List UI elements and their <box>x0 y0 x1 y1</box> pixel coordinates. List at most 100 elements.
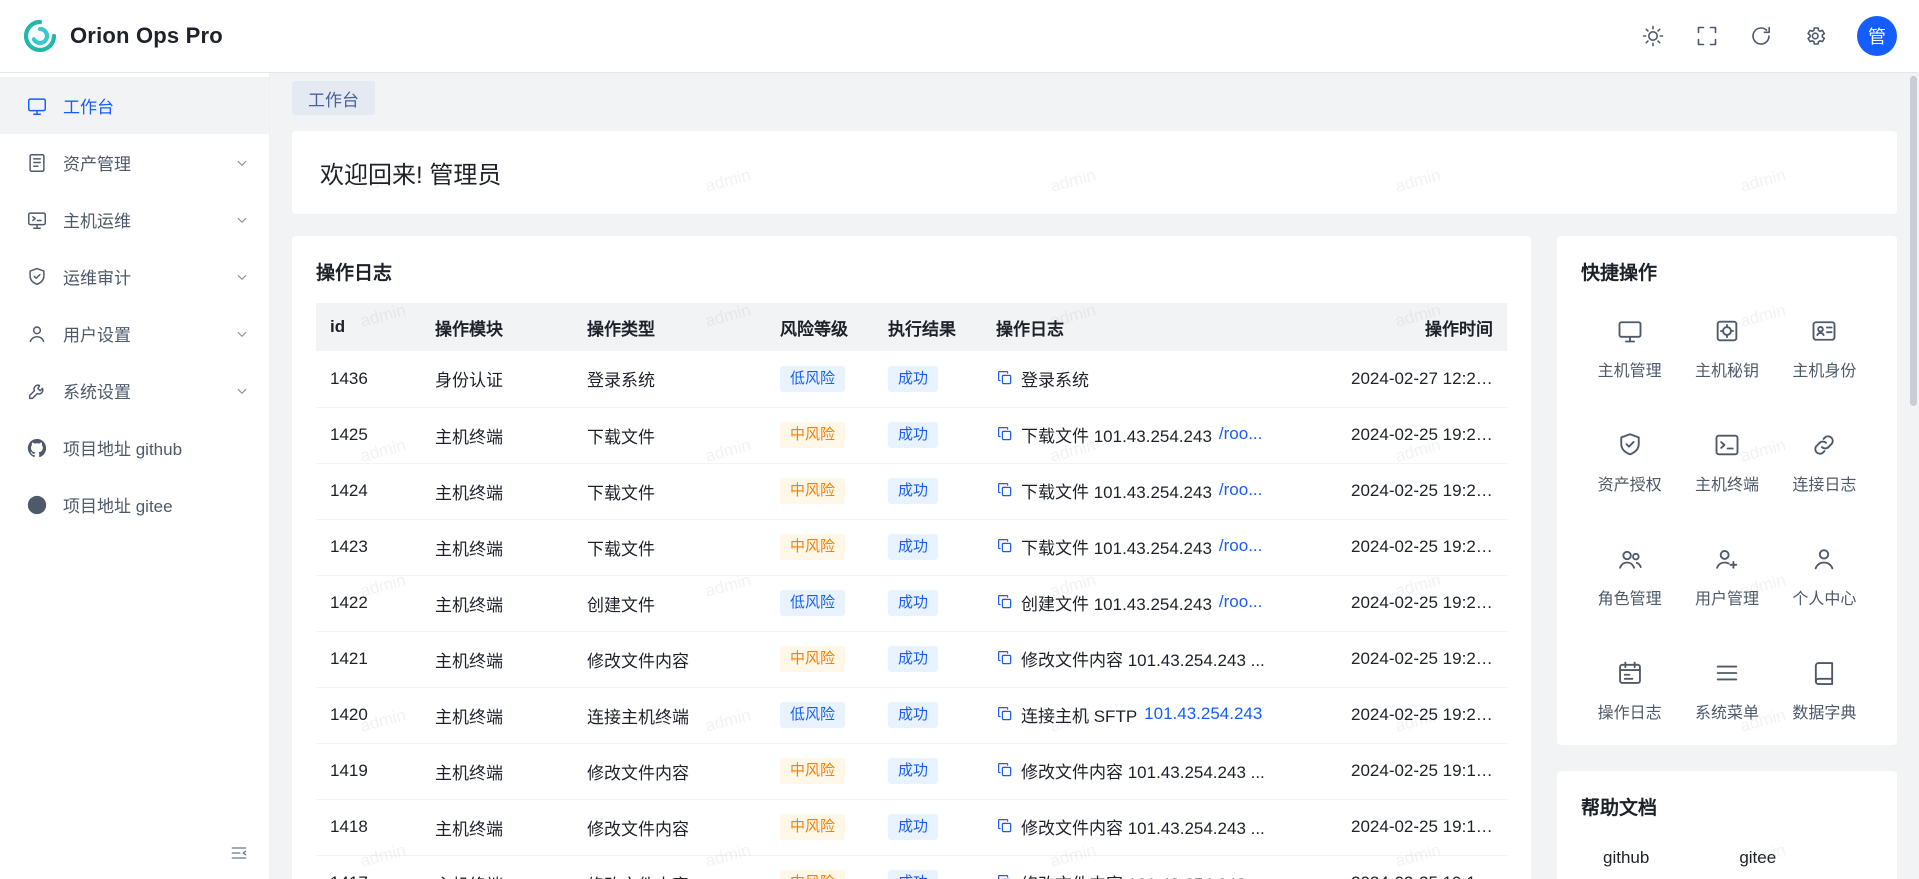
workbench-icon <box>26 95 48 117</box>
sidebar-item-label: 主机运维 <box>63 207 131 232</box>
quick-action-asset-grant[interactable]: 资产授权 <box>1581 431 1678 495</box>
copy-icon[interactable] <box>996 481 1014 499</box>
quick-action-role-manage[interactable]: 角色管理 <box>1581 545 1678 609</box>
log-id: 1418 <box>316 799 421 855</box>
tab-chip-workbench[interactable]: 工作台 <box>292 81 375 115</box>
log-message: 登录系统 <box>1021 366 1089 391</box>
theme-toggle-icon[interactable] <box>1641 24 1665 48</box>
log-link[interactable]: 101.43.254.243 <box>1144 704 1262 724</box>
logs-column-header: 操作日志 <box>982 303 1337 351</box>
scrollbar-thumb[interactable] <box>1910 76 1917 406</box>
chevron-down-icon <box>233 211 251 229</box>
log-time: 2024-02-25 19:19:27 <box>1337 743 1507 799</box>
sidebar-item-audit[interactable]: 运维审计 <box>0 248 269 305</box>
log-module: 主机终端 <box>421 575 573 631</box>
log-row: 1419主机终端修改文件内容中风险成功修改文件内容 101.43.254.243… <box>316 743 1507 799</box>
log-time: 2024-02-25 19:19:24 <box>1337 855 1507 879</box>
log-row: 1422主机终端创建文件低风险成功创建文件 101.43.254.243 /ro… <box>316 575 1507 631</box>
quick-action-connect-log[interactable]: 连接日志 <box>1776 431 1873 495</box>
quick-action-terminal[interactable]: 主机终端 <box>1678 431 1775 495</box>
copy-icon[interactable] <box>996 537 1014 555</box>
log-id: 1419 <box>316 743 421 799</box>
log-type: 下载文件 <box>573 463 766 519</box>
host-manage-icon <box>1616 317 1644 345</box>
result-badge: 成功 <box>888 478 938 504</box>
welcome-card: 欢迎回来! 管理员 <box>292 131 1897 214</box>
copy-icon[interactable] <box>996 649 1014 667</box>
quick-action-operation-log[interactable]: 操作日志 <box>1581 659 1678 723</box>
app-layout: 工作台资产管理主机运维运维审计用户设置系统设置项目地址 github项目地址 g… <box>0 73 1919 879</box>
app-title: Orion Ops Pro <box>70 23 223 49</box>
sidebar-item-github[interactable]: 项目地址 github <box>0 419 269 476</box>
quick-action-data-dict[interactable]: 数据字典 <box>1776 659 1873 723</box>
quick-action-host-identity[interactable]: 主机身份 <box>1776 317 1873 381</box>
help-docs-title: 帮助文档 <box>1581 793 1873 820</box>
sidebar-item-host-ops[interactable]: 主机运维 <box>0 191 269 248</box>
log-time: 2024-02-25 19:22:24 <box>1337 575 1507 631</box>
log-id: 1436 <box>316 351 421 407</box>
logs-table: id操作模块操作类型风险等级执行结果操作日志操作时间 1436身份认证 登录系统低… <box>316 303 1507 879</box>
quick-action-host-manage[interactable]: 主机管理 <box>1581 317 1678 381</box>
log-row: 1425主机终端下载文件中风险成功下载文件 101.43.254.243 /ro… <box>316 407 1507 463</box>
copy-icon[interactable] <box>996 593 1014 611</box>
log-time: 2024-02-25 19:28:17 <box>1337 407 1507 463</box>
help-link-github[interactable]: github <box>1603 848 1649 868</box>
sidebar-item-assets[interactable]: 资产管理 <box>0 134 269 191</box>
user-avatar[interactable]: 管 <box>1857 16 1897 56</box>
quick-action-profile[interactable]: 个人中心 <box>1776 545 1873 609</box>
refresh-icon[interactable] <box>1749 24 1773 48</box>
quick-actions-title: 快捷操作 <box>1581 258 1873 285</box>
risk-badge: 中风险 <box>780 478 845 504</box>
log-link[interactable]: /roo... <box>1219 424 1262 444</box>
chevron-down-icon <box>233 154 251 172</box>
logs-table-header-row: id操作模块操作类型风险等级执行结果操作日志操作时间 <box>316 303 1507 351</box>
user-icon <box>26 323 48 345</box>
main-area: 工作台 欢迎回来! 管理员 操作日志 id操作模块操作类型风险等级执行结果操作日… <box>270 73 1919 879</box>
quick-action-label: 个人中心 <box>1792 585 1856 609</box>
copy-icon[interactable] <box>996 705 1014 723</box>
risk-badge: 低风险 <box>780 590 845 616</box>
quick-action-host-key[interactable]: 主机秘钥 <box>1678 317 1775 381</box>
copy-icon[interactable] <box>996 873 1014 879</box>
result-badge: 成功 <box>888 366 938 392</box>
log-type: 连接主机终端 <box>573 687 766 743</box>
result-badge: 成功 <box>888 814 938 840</box>
fullscreen-icon[interactable] <box>1695 24 1719 48</box>
log-link[interactable]: /roo... <box>1219 480 1262 500</box>
log-id: 1422 <box>316 575 421 631</box>
log-time: 2024-02-25 19:19:25 <box>1337 799 1507 855</box>
sidebar: 工作台资产管理主机运维运维审计用户设置系统设置项目地址 github项目地址 g… <box>0 73 270 879</box>
settings-gear-icon[interactable] <box>1803 24 1827 48</box>
quick-action-system-menu[interactable]: 系统菜单 <box>1678 659 1775 723</box>
system-icon <box>26 380 48 402</box>
result-badge: 成功 <box>888 758 938 784</box>
sidebar-collapse-icon[interactable] <box>229 843 249 863</box>
copy-icon[interactable] <box>996 761 1014 779</box>
log-time: 2024-02-27 12:28:59 <box>1337 351 1507 407</box>
copy-icon[interactable] <box>996 425 1014 443</box>
help-link-gitee[interactable]: gitee <box>1739 848 1776 868</box>
log-link[interactable]: /roo... <box>1219 592 1262 612</box>
quick-action-user-manage[interactable]: 用户管理 <box>1678 545 1775 609</box>
log-message: 下载文件 101.43.254.243 <box>1021 534 1212 559</box>
chevron-down-icon <box>233 325 251 343</box>
data-dict-icon <box>1810 659 1838 687</box>
sidebar-item-workbench[interactable]: 工作台 <box>0 77 269 134</box>
log-message: 下载文件 101.43.254.243 <box>1021 478 1212 503</box>
quick-action-label: 资产授权 <box>1598 471 1662 495</box>
sidebar-item-gitee[interactable]: 项目地址 gitee <box>0 476 269 533</box>
sidebar-item-user[interactable]: 用户设置 <box>0 305 269 362</box>
sidebar-item-label: 用户设置 <box>63 321 131 346</box>
page-scrollbar[interactable] <box>1909 74 1919 879</box>
quick-action-label: 主机终端 <box>1695 471 1759 495</box>
log-link[interactable]: /roo... <box>1219 536 1262 556</box>
asset-grant-icon <box>1616 431 1644 459</box>
log-id: 1423 <box>316 519 421 575</box>
log-id: 1420 <box>316 687 421 743</box>
copy-icon[interactable] <box>996 817 1014 835</box>
copy-icon[interactable] <box>996 369 1014 387</box>
sidebar-item-system[interactable]: 系统设置 <box>0 362 269 419</box>
log-module: 身份认证 <box>421 351 573 407</box>
log-message: 修改文件内容 101.43.254.243 ... <box>1021 758 1265 783</box>
logs-column-header: id <box>316 303 421 351</box>
